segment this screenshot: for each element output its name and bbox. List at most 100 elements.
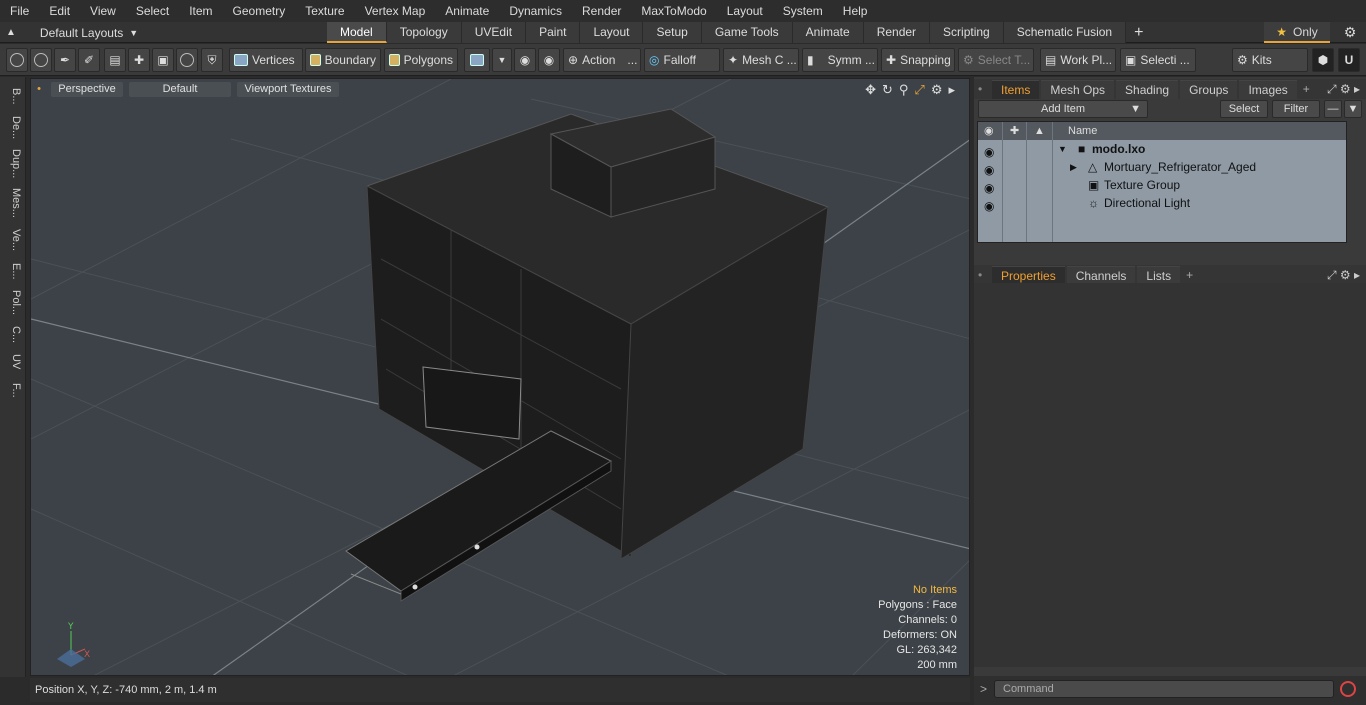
tab-images[interactable]: Images xyxy=(1239,79,1297,99)
eye-icon[interactable]: ◉ xyxy=(984,161,996,177)
strip-tab-fusion[interactable]: F... xyxy=(4,377,22,403)
snapping-button[interactable]: ✚ Snapping xyxy=(881,48,955,72)
expand-icon[interactable]: ▶ xyxy=(1070,158,1077,176)
add-tab-button[interactable]: + xyxy=(1126,22,1151,43)
brush-button[interactable]: ✐ xyxy=(78,48,100,72)
select-button[interactable]: Select xyxy=(1220,100,1268,118)
menu-animate[interactable]: Animate xyxy=(435,0,499,22)
add-item-button[interactable]: Add Item ▼ xyxy=(978,100,1148,118)
shading-style-button[interactable]: Default xyxy=(129,82,231,97)
viewport-menu-icon[interactable]: ▸ xyxy=(948,82,955,98)
menu-edit[interactable]: Edit xyxy=(39,0,80,22)
symmetry-y-button[interactable]: ◉ xyxy=(538,48,560,72)
record-icon[interactable] xyxy=(1340,681,1356,697)
tab-animate[interactable]: Animate xyxy=(792,22,864,43)
item-row-texture-group[interactable]: ◉ ▣ Texture Group xyxy=(978,176,1346,195)
rotate-view-icon[interactable]: ↻ xyxy=(882,82,893,98)
tab-shading[interactable]: Shading xyxy=(1116,79,1179,99)
zoom-view-icon[interactable]: ⚲ xyxy=(899,82,909,98)
tab-setup[interactable]: Setup xyxy=(643,22,702,43)
strip-tab-curve[interactable]: C... xyxy=(4,323,22,347)
menu-view[interactable]: View xyxy=(80,0,126,22)
globe-button[interactable] xyxy=(30,48,52,72)
strip-tab-basic[interactable]: B... xyxy=(4,83,22,109)
menu-file[interactable]: File xyxy=(0,0,39,22)
menu-layout[interactable]: Layout xyxy=(717,0,773,22)
transform-button[interactable]: ✚ xyxy=(128,48,150,72)
item-mode-dropdown[interactable]: ▼ xyxy=(492,48,512,72)
expand-icon[interactable]: ▼ xyxy=(1058,140,1067,158)
collapse-button[interactable]: — xyxy=(1324,100,1342,118)
only-toggle[interactable]: ★ Only xyxy=(1264,22,1330,43)
add-panel-tab-button[interactable]: + xyxy=(1182,268,1197,282)
clock-button[interactable] xyxy=(176,48,198,72)
strip-tab-edge[interactable]: E... xyxy=(4,259,22,283)
mesh-constraint-button[interactable]: ✦ Mesh C ... xyxy=(723,48,799,72)
align-button[interactable]: ▤ xyxy=(104,48,126,72)
tab-mesh-ops[interactable]: Mesh Ops xyxy=(1041,79,1115,99)
settings-button[interactable]: ⚙ xyxy=(1334,22,1366,43)
item-row-scene[interactable]: ◉ ▼ ■ modo.lxo xyxy=(978,140,1346,159)
tab-channels[interactable]: Channels xyxy=(1066,265,1136,285)
command-input[interactable]: Command xyxy=(994,680,1334,698)
layout-selector[interactable]: ▲ Default Layouts ▼ xyxy=(6,22,138,43)
tab-game-tools[interactable]: Game Tools xyxy=(701,22,793,43)
menu-select[interactable]: Select xyxy=(126,0,179,22)
strip-tab-uv[interactable]: UV xyxy=(4,351,22,373)
work-plane-button[interactable]: ▤ Work Pl... xyxy=(1040,48,1116,72)
falloff-button[interactable]: ◎ Falloff xyxy=(644,48,720,72)
viewport-textures-button[interactable]: Viewport Textures xyxy=(237,82,339,97)
item-row-mesh[interactable]: ◉ ▶ △ Mortuary_Refrigerator_Aged xyxy=(978,158,1346,177)
tab-model[interactable]: Model xyxy=(327,22,387,43)
menu-vertex-map[interactable]: Vertex Map xyxy=(355,0,436,22)
menu-geometry[interactable]: Geometry xyxy=(223,0,296,22)
symmetry-button[interactable]: ▮ Symm ... xyxy=(802,48,878,72)
strip-tab-mesh-edit[interactable]: Mes... xyxy=(4,185,22,221)
symmetry-x-button[interactable]: ◉ xyxy=(514,48,536,72)
frame-button[interactable]: ▣ xyxy=(152,48,174,72)
menu-help[interactable]: Help xyxy=(833,0,878,22)
tab-properties[interactable]: Properties xyxy=(992,265,1065,285)
boundary-button[interactable]: Boundary xyxy=(305,48,381,72)
polygons-button[interactable]: Polygons xyxy=(384,48,458,72)
panel-expand-icon[interactable]: ⤢ ⚙ ▸ xyxy=(1327,268,1366,283)
menu-system[interactable]: System xyxy=(773,0,833,22)
tab-render[interactable]: Render xyxy=(863,22,931,43)
selection-sets-button[interactable]: ▣ Selecti ... xyxy=(1120,48,1196,72)
funnel-button[interactable]: ▼ xyxy=(1344,100,1362,118)
unity-button[interactable]: ⬢ xyxy=(1312,48,1334,72)
eye-icon[interactable]: ◉ xyxy=(984,197,996,213)
menu-dynamics[interactable]: Dynamics xyxy=(499,0,572,22)
tab-paint[interactable]: Paint xyxy=(526,22,581,43)
strip-tab-polygon[interactable]: Pol... xyxy=(4,287,22,319)
tab-scripting[interactable]: Scripting xyxy=(930,22,1004,43)
item-row-directional-light[interactable]: ◉ ☼ Directional Light xyxy=(978,194,1346,213)
menu-render[interactable]: Render xyxy=(572,0,631,22)
strip-tab-deform[interactable]: De... xyxy=(4,113,22,143)
menu-maxtomodo[interactable]: MaxToModo xyxy=(631,0,716,22)
item-mode-button[interactable] xyxy=(464,48,490,72)
strip-tab-duplicate[interactable]: Dup... xyxy=(4,147,22,181)
filter-button[interactable]: Filter xyxy=(1272,100,1320,118)
kits-button[interactable]: ⚙ Kits xyxy=(1232,48,1308,72)
action-center-button[interactable]: ⊕ Action... xyxy=(563,48,641,72)
menu-texture[interactable]: Texture xyxy=(295,0,354,22)
tab-layout[interactable]: Layout xyxy=(580,22,644,43)
tab-uvedit[interactable]: UVEdit xyxy=(461,22,527,43)
shield-button[interactable]: ⛨ xyxy=(201,48,223,72)
tab-topology[interactable]: Topology xyxy=(386,22,462,43)
pen-button[interactable]: ✒ xyxy=(54,48,76,72)
view-type-button[interactable]: Perspective xyxy=(51,82,123,97)
maximize-view-icon[interactable]: ⤢ xyxy=(914,82,924,98)
strip-tab-vertex[interactable]: Ve... xyxy=(4,225,22,255)
unreal-button[interactable]: U xyxy=(1338,48,1360,72)
tab-groups[interactable]: Groups xyxy=(1180,79,1238,99)
circle-select-button[interactable] xyxy=(6,48,28,72)
panel-expand-icon[interactable]: ⤢ ⚙ ▸ xyxy=(1327,82,1366,97)
tab-items[interactable]: Items xyxy=(992,79,1040,99)
viewport-gear-icon[interactable]: ⚙ xyxy=(931,82,943,98)
select-through-button[interactable]: ⚙ Select T... xyxy=(958,48,1034,72)
menu-item[interactable]: Item xyxy=(179,0,222,22)
eye-icon[interactable]: ◉ xyxy=(984,179,996,195)
tab-lists[interactable]: Lists xyxy=(1137,265,1181,285)
